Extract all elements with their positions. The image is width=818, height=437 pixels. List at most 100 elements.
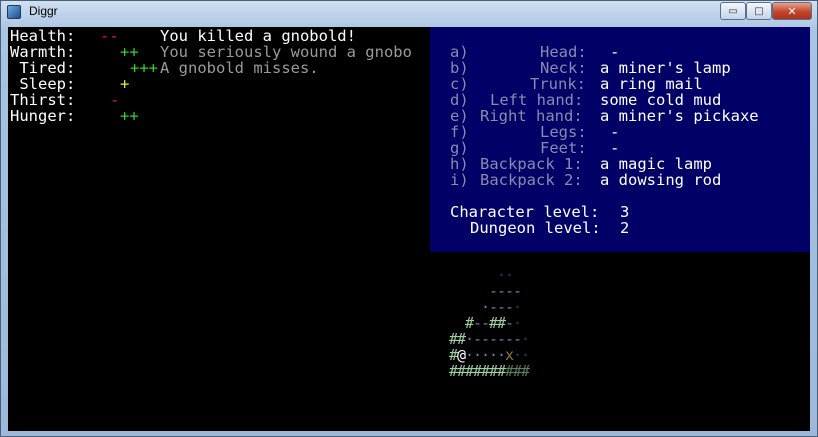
inventory-key: c) (450, 75, 469, 93)
map-floor-tile: - (513, 282, 523, 300)
window-title: Diggr (29, 4, 58, 18)
character-level-value: 3 (620, 203, 630, 221)
inventory-panel: a) Head: - b) Neck: a miner's lamp c) Tr… (430, 27, 810, 252)
stat-label-sleep: Sleep: (10, 75, 76, 93)
inventory-item[interactable]: a magic lamp (600, 156, 712, 172)
map-floor-tile: · (497, 346, 507, 364)
game-window: Diggr ▭ □ ✕ Health: -- Warmth: ++ Tired:… (0, 0, 818, 437)
inventory-slot-label: Neck: (540, 59, 587, 77)
inventory-item[interactable]: a ring mail (600, 76, 703, 92)
map-item-tile: x (505, 346, 515, 364)
inventory-key: d) (450, 91, 469, 109)
map-wall-tile: # (513, 362, 523, 380)
map-floor-tile: - (497, 330, 507, 348)
map-floor-tile: · (513, 314, 523, 332)
map-floor-tile: · (489, 346, 499, 364)
map-floor-tile: - (513, 330, 523, 348)
game-screen: Health: -- Warmth: ++ Tired: +++ Sleep: … (8, 27, 810, 431)
inventory-slot-label: Trunk: (530, 75, 586, 93)
inventory-slot-label: Head: (540, 43, 587, 61)
inventory-item[interactable]: - (610, 140, 619, 156)
inventory-key: f) (450, 123, 469, 141)
map-wall-tile: # (481, 362, 491, 380)
inventory-item[interactable]: a miner's pickaxe (600, 108, 759, 124)
stat-label-health: Health: (10, 27, 76, 45)
map-floor-tile: · (521, 330, 531, 348)
map-wall-tile: # (449, 330, 459, 348)
map-floor-tile: · (521, 346, 531, 364)
map-floor-tile: · (497, 266, 507, 284)
stat-bar-health: -- (100, 27, 119, 45)
minimize-button[interactable]: ▭ (720, 2, 746, 20)
stat-bar-hunger: ++ (120, 107, 139, 125)
map-wall-tile: # (489, 362, 499, 380)
message-line: A gnobold misses. (160, 59, 319, 77)
inventory-item[interactable]: a miner's lamp (600, 60, 731, 76)
stat-label-warmth: Warmth: (10, 43, 76, 61)
map-floor-tile: · (465, 330, 475, 348)
inventory-slot-label: Legs: (540, 123, 587, 141)
map-floor-tile: · (513, 346, 523, 364)
map-floor-tile: - (497, 298, 507, 316)
map-wall-tile: # (449, 362, 459, 380)
inventory-key: b) (450, 59, 469, 77)
inventory-item[interactable]: some cold mud (600, 92, 721, 108)
stat-label-thirst: Thirst: (10, 91, 76, 109)
maximize-button[interactable]: □ (746, 2, 772, 20)
map-floor-tile: - (489, 330, 499, 348)
stat-label-hunger: Hunger: (10, 107, 76, 125)
app-icon (7, 5, 21, 19)
map-floor-tile: - (481, 330, 491, 348)
inventory-item[interactable]: - (610, 124, 619, 140)
map-wall-tile: # (465, 362, 475, 380)
map-floor-tile: · (505, 266, 515, 284)
close-button[interactable]: ✕ (772, 2, 812, 20)
inventory-slot-label: Right hand: (480, 107, 583, 125)
map-floor-tile: · (513, 298, 523, 316)
map-wall-tile: # (465, 314, 475, 332)
map-wall-tile: # (449, 346, 459, 364)
map-floor-tile: - (505, 298, 515, 316)
stat-bar-thirst: - (110, 91, 120, 109)
inventory-slot-label: Backpack 2: (480, 171, 583, 189)
inventory-key: a) (450, 43, 469, 61)
title-bar[interactable]: Diggr ▭ □ ✕ (1, 1, 817, 23)
map-floor-tile: · (481, 346, 491, 364)
map-floor-tile: - (481, 314, 491, 332)
map-floor-tile: - (489, 282, 499, 300)
map-wall-tile: # (473, 362, 483, 380)
map-floor-tile: - (497, 282, 507, 300)
stat-bar-tired: +++ (130, 59, 158, 77)
inventory-slot-label: Left hand: (490, 91, 584, 109)
inventory-key: g) (450, 139, 469, 157)
map-floor-tile: - (505, 282, 515, 300)
inventory-slot-label: Backpack 1: (480, 155, 583, 173)
map-floor-tile: · (465, 346, 475, 364)
inventory-item[interactable]: a dowsing rod (600, 172, 721, 188)
player-glyph: @ (457, 346, 467, 364)
dungeon-level-label: Dungeon level: (470, 219, 601, 237)
map-floor-tile: - (473, 330, 483, 348)
inventory-key: h) (450, 155, 469, 173)
map-wall-tile: # (489, 314, 499, 332)
inventory-slot-label: Feet: (540, 139, 587, 157)
stat-label-tired: Tired: (10, 59, 76, 77)
map-wall-tile: # (457, 330, 467, 348)
inventory-key: e) (450, 107, 469, 125)
inventory-key: i) (450, 171, 469, 189)
map-wall-tile: # (497, 362, 507, 380)
dungeon-level-value: 2 (620, 219, 630, 237)
map-wall-tile: # (497, 314, 507, 332)
map-wall-tile: # (457, 362, 467, 380)
character-level-label: Character level: (450, 203, 600, 221)
message-line: You seriously wound a gnobo (160, 43, 412, 61)
inventory-item[interactable]: - (610, 44, 619, 60)
map-wall-tile: # (521, 362, 531, 380)
stat-bar-sleep: + (120, 75, 130, 93)
message-line: You killed a gnobold! (160, 27, 356, 45)
map-wall-tile: # (505, 362, 515, 380)
map-floor-tile: · (473, 346, 483, 364)
map-floor-tile: · (481, 298, 491, 316)
map-floor-tile: - (505, 330, 515, 348)
stat-bar-warmth: ++ (120, 43, 139, 61)
